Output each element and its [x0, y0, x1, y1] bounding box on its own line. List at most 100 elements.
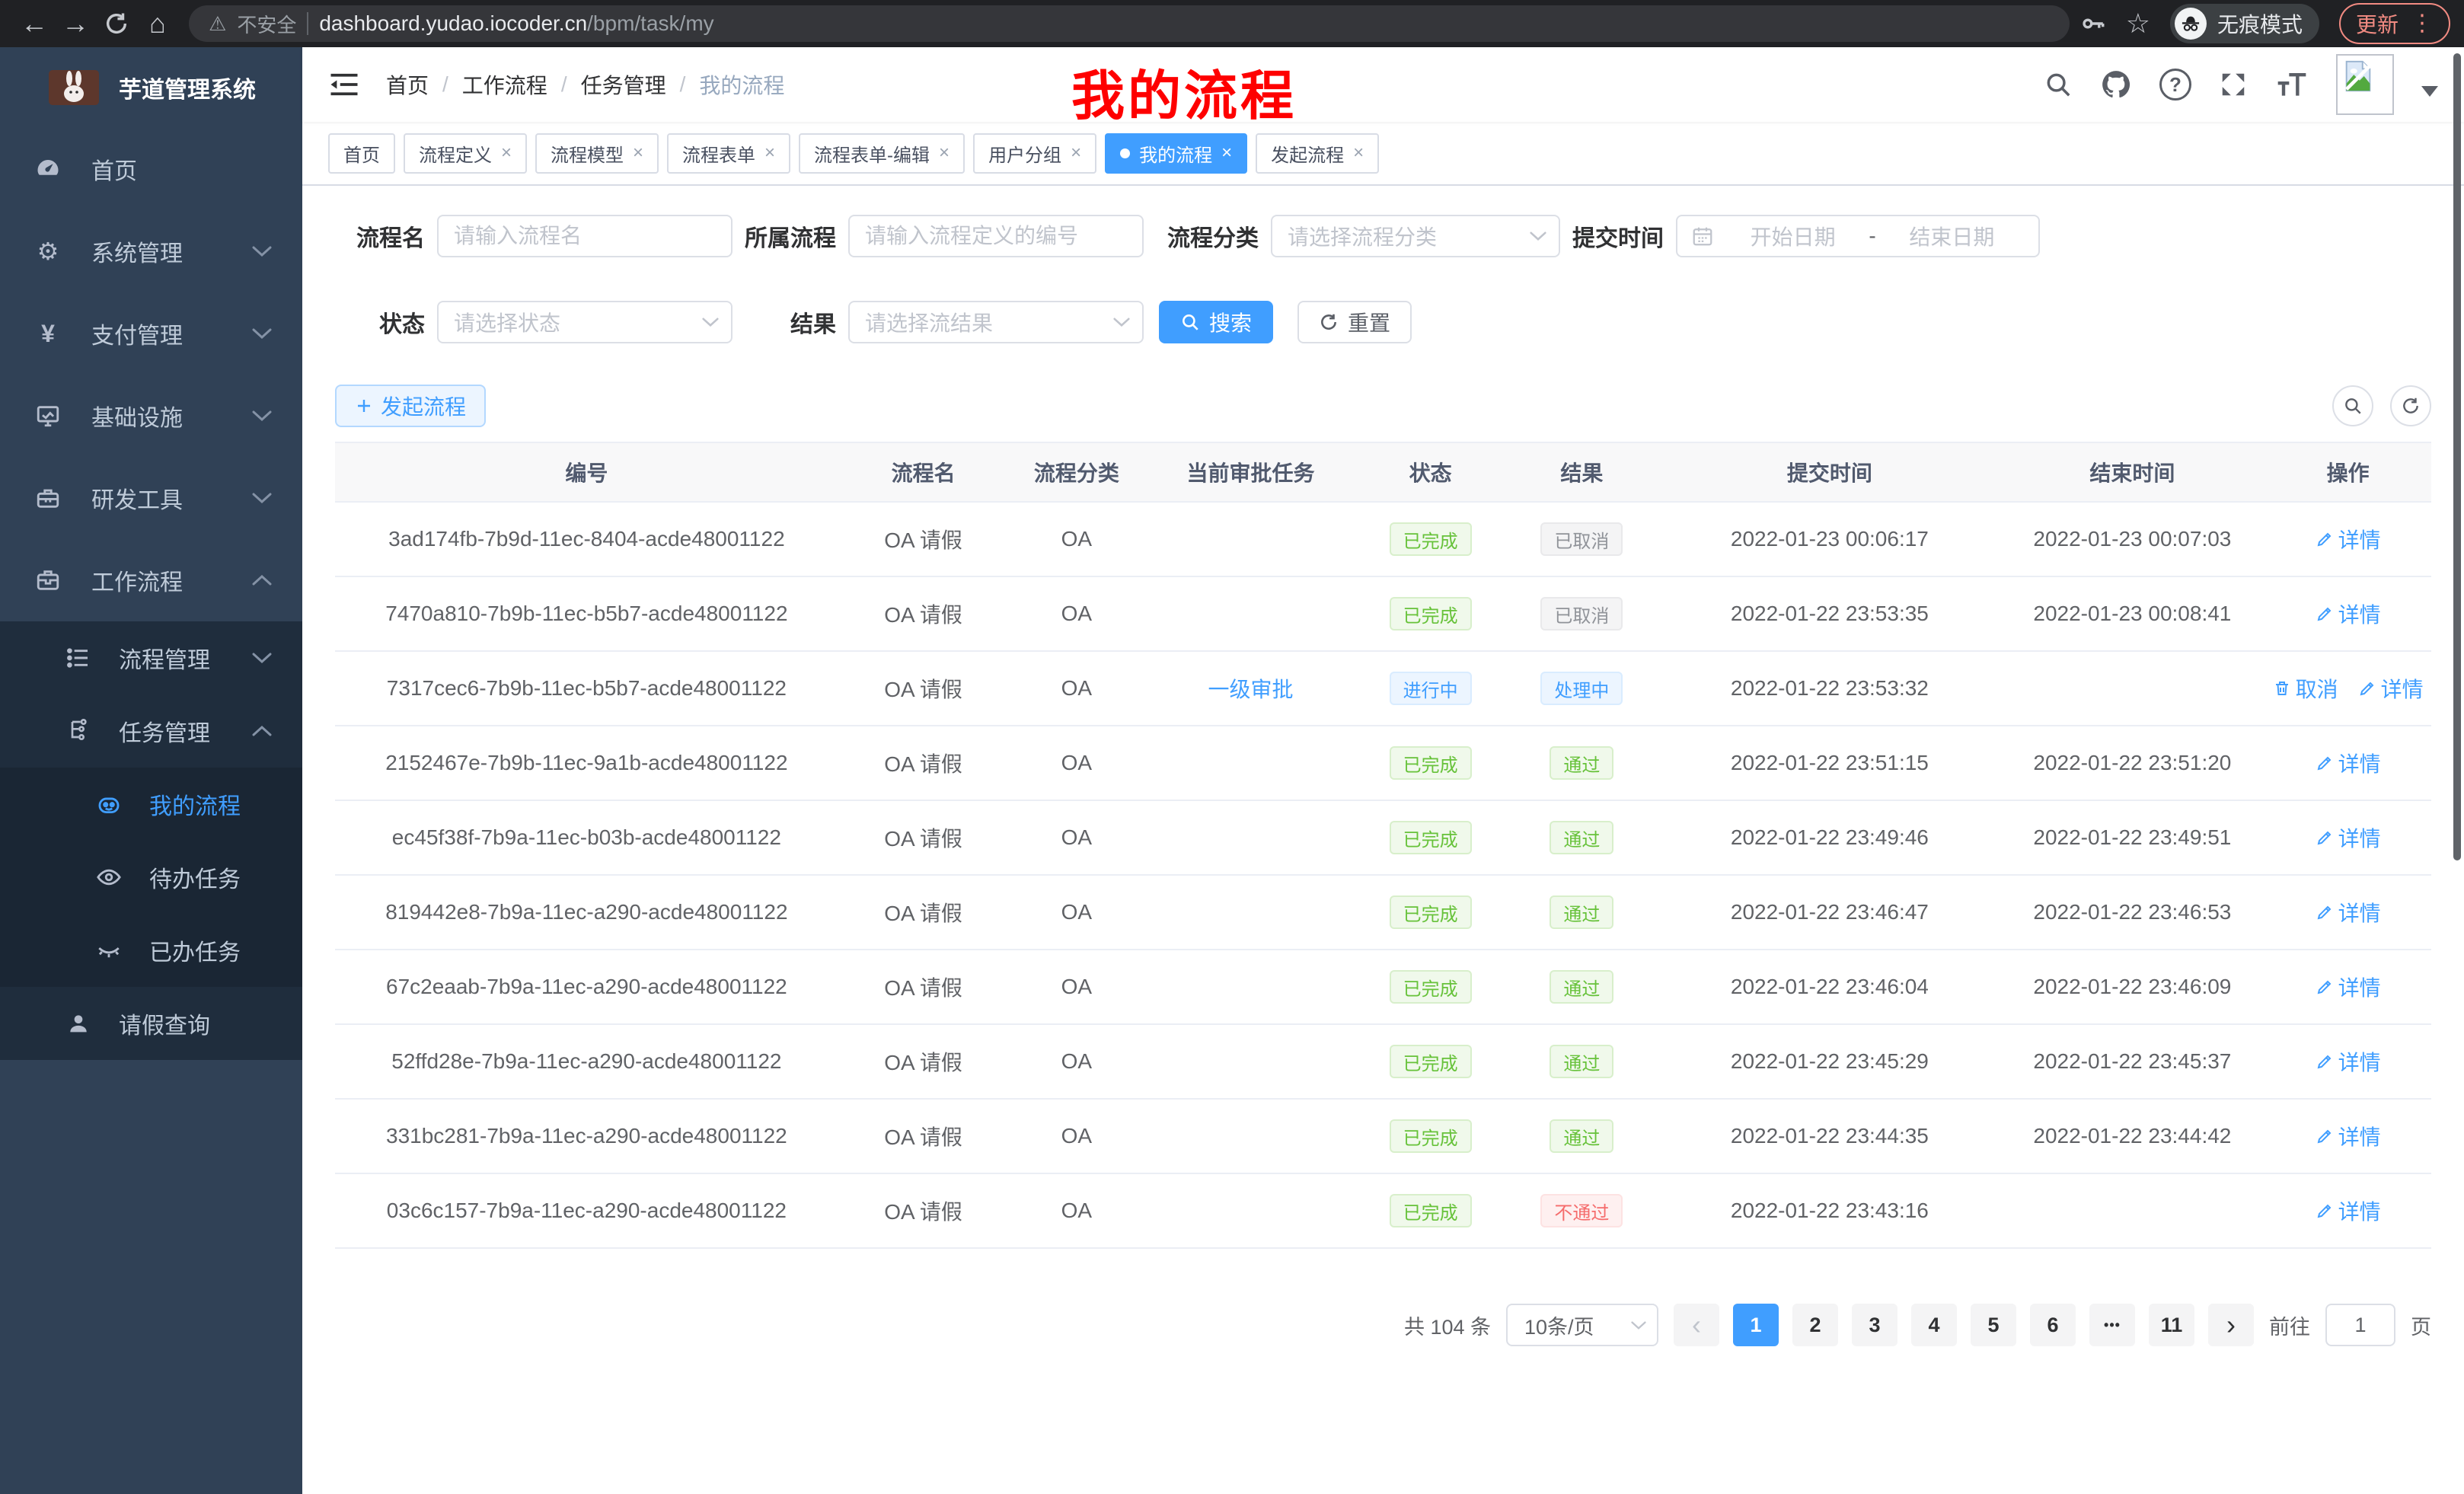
process-name-input[interactable]: [437, 215, 732, 257]
address-bar[interactable]: ⚠ 不安全 dashboard.yudao.iocoder.cn/bpm/tas…: [189, 5, 2070, 42]
breadcrumb-workflow[interactable]: 工作流程: [462, 69, 547, 100]
sidebar-item-workflow[interactable]: 工作流程: [0, 539, 302, 621]
sidebar-item-home[interactable]: 首页: [0, 128, 302, 210]
pencil-icon: [2316, 1052, 2334, 1071]
goto-page-input[interactable]: [2325, 1304, 2395, 1346]
tab-process-form[interactable]: 流程表单×: [667, 133, 790, 174]
github-icon[interactable]: [2100, 69, 2132, 101]
page-button[interactable]: 3: [1852, 1304, 1897, 1346]
process-category-select[interactable]: 请选择流程分类: [1271, 215, 1560, 257]
back-icon[interactable]: ←: [14, 3, 55, 44]
scrollbar-thumb[interactable]: [2453, 53, 2461, 860]
start-process-button[interactable]: 发起流程: [335, 385, 486, 427]
font-size-icon[interactable]: [2275, 70, 2309, 99]
end-date-input[interactable]: 结束日期: [1879, 221, 2025, 251]
close-icon[interactable]: ×: [939, 144, 950, 162]
breadcrumb-task-mgmt[interactable]: 任务管理: [581, 69, 666, 100]
detail-link[interactable]: 详情: [2316, 1046, 2381, 1077]
tab-user-group[interactable]: 用户分组×: [973, 133, 1096, 174]
next-page-icon[interactable]: ›: [2208, 1304, 2254, 1346]
tab-start-process[interactable]: 发起流程×: [1256, 133, 1379, 174]
browser-menu-icon[interactable]: ⋮: [2411, 12, 2434, 35]
tab-process-definition[interactable]: 流程定义×: [404, 133, 527, 174]
cancel-link[interactable]: 取消: [2273, 673, 2338, 704]
table-row: 7317cec6-7b9b-11ec-b5b7-acde48001122 OA …: [335, 652, 2431, 726]
help-icon[interactable]: ?: [2159, 69, 2191, 101]
toggle-search-button[interactable]: [2332, 385, 2373, 426]
sidebar-item-system[interactable]: ⚙ 系统管理: [0, 210, 302, 292]
prev-page-icon[interactable]: ‹: [1674, 1304, 1719, 1346]
detail-link[interactable]: 详情: [2316, 822, 2381, 853]
password-key-icon[interactable]: [2080, 11, 2106, 37]
page-button[interactable]: 11: [2149, 1304, 2194, 1346]
detail-link[interactable]: 详情: [2316, 1121, 2381, 1151]
page-button[interactable]: 5: [1971, 1304, 2016, 1346]
page-button[interactable]: 2: [1792, 1304, 1838, 1346]
search-button[interactable]: 搜索: [1159, 301, 1273, 343]
current-task-link[interactable]: 一级审批: [1208, 673, 1294, 704]
sidebar-item-task-mgmt[interactable]: 任务管理: [0, 694, 302, 768]
page-button[interactable]: 4: [1911, 1304, 1957, 1346]
sidebar-item-leave-query[interactable]: 请假查询: [0, 987, 302, 1060]
search-icon[interactable]: [2044, 70, 2073, 99]
sidebar-item-payment[interactable]: ¥ 支付管理: [0, 292, 302, 375]
topbar: 首页 / 工作流程 / 任务管理 / 我的流程 ?: [302, 47, 2464, 122]
detail-link[interactable]: 详情: [2316, 1196, 2381, 1226]
tab-my-process[interactable]: 我的流程×: [1105, 133, 1247, 174]
tab-process-form-edit[interactable]: 流程表单-编辑×: [799, 133, 965, 174]
app-logo-row: 芋道管理系统: [0, 47, 302, 128]
reset-button[interactable]: 重置: [1297, 301, 1412, 343]
result-badge: 通过: [1550, 821, 1613, 854]
sidebar-item-done-tasks[interactable]: 已办任务: [0, 914, 302, 987]
annotation-title: 我的流程: [1071, 53, 1297, 130]
result-label: 结果: [732, 305, 848, 339]
detail-link[interactable]: 详情: [2316, 748, 2381, 778]
update-button[interactable]: 更新 ⋮: [2339, 3, 2450, 44]
chevron-down-icon: [1530, 231, 1546, 241]
detail-link[interactable]: 详情: [2316, 524, 2381, 554]
refresh-icon: [2401, 396, 2421, 416]
page-url[interactable]: dashboard.yudao.iocoder.cn/bpm/task/my: [319, 11, 713, 36]
close-icon[interactable]: ×: [764, 144, 775, 162]
detail-link[interactable]: 详情: [2316, 972, 2381, 1002]
submit-time-range-picker[interactable]: 开始日期 - 结束日期: [1676, 215, 2040, 257]
close-icon[interactable]: ×: [1071, 144, 1081, 162]
forward-icon[interactable]: →: [55, 3, 96, 44]
avatar[interactable]: [2336, 54, 2394, 115]
detail-link[interactable]: 详情: [2358, 673, 2424, 704]
tab-process-model[interactable]: 流程模型×: [535, 133, 659, 174]
sidebar-item-devtools[interactable]: 研发工具: [0, 457, 302, 539]
home-icon[interactable]: ⌂: [137, 3, 178, 44]
page-button[interactable]: 6: [2030, 1304, 2076, 1346]
refresh-table-button[interactable]: [2390, 385, 2431, 426]
sidebar-item-infrastructure[interactable]: 基础设施: [0, 375, 302, 457]
sidebar-item-my-process[interactable]: 我的流程: [0, 768, 302, 841]
page-size-select[interactable]: 10条/页: [1506, 1304, 1658, 1346]
page-button[interactable]: 1: [1733, 1304, 1779, 1346]
close-icon[interactable]: ×: [1353, 144, 1364, 162]
reload-icon[interactable]: [96, 3, 137, 44]
close-icon[interactable]: ×: [633, 144, 643, 162]
tab-home[interactable]: 首页: [328, 133, 395, 174]
result-select[interactable]: 请选择流结果: [848, 301, 1144, 343]
collapse-sidebar-icon[interactable]: [328, 71, 360, 98]
avatar-caret-icon[interactable]: [2421, 86, 2438, 97]
breadcrumb-home[interactable]: 首页: [386, 69, 429, 100]
bookmark-star-icon[interactable]: ☆: [2126, 8, 2150, 40]
start-date-input[interactable]: 开始日期: [1720, 221, 1866, 251]
chevron-down-icon: [1113, 317, 1130, 327]
detail-link[interactable]: 详情: [2316, 897, 2381, 927]
calendar-icon: [1691, 225, 1714, 247]
status-select[interactable]: 请选择状态: [437, 301, 732, 343]
sidebar-item-process-mgmt[interactable]: 流程管理: [0, 621, 302, 694]
submit-time-label: 提交时间: [1560, 219, 1676, 253]
fullscreen-icon[interactable]: [2219, 70, 2248, 99]
status-badge: 已完成: [1390, 1194, 1472, 1227]
sidebar-item-todo-tasks[interactable]: 待办任务: [0, 841, 302, 914]
detail-link[interactable]: 详情: [2316, 599, 2381, 629]
close-icon[interactable]: ×: [501, 144, 512, 162]
process-definition-input[interactable]: [848, 215, 1144, 257]
more-pages-icon[interactable]: •••: [2089, 1304, 2135, 1346]
close-icon[interactable]: ×: [1221, 144, 1232, 162]
incognito-badge[interactable]: 无痕模式: [2170, 4, 2319, 43]
